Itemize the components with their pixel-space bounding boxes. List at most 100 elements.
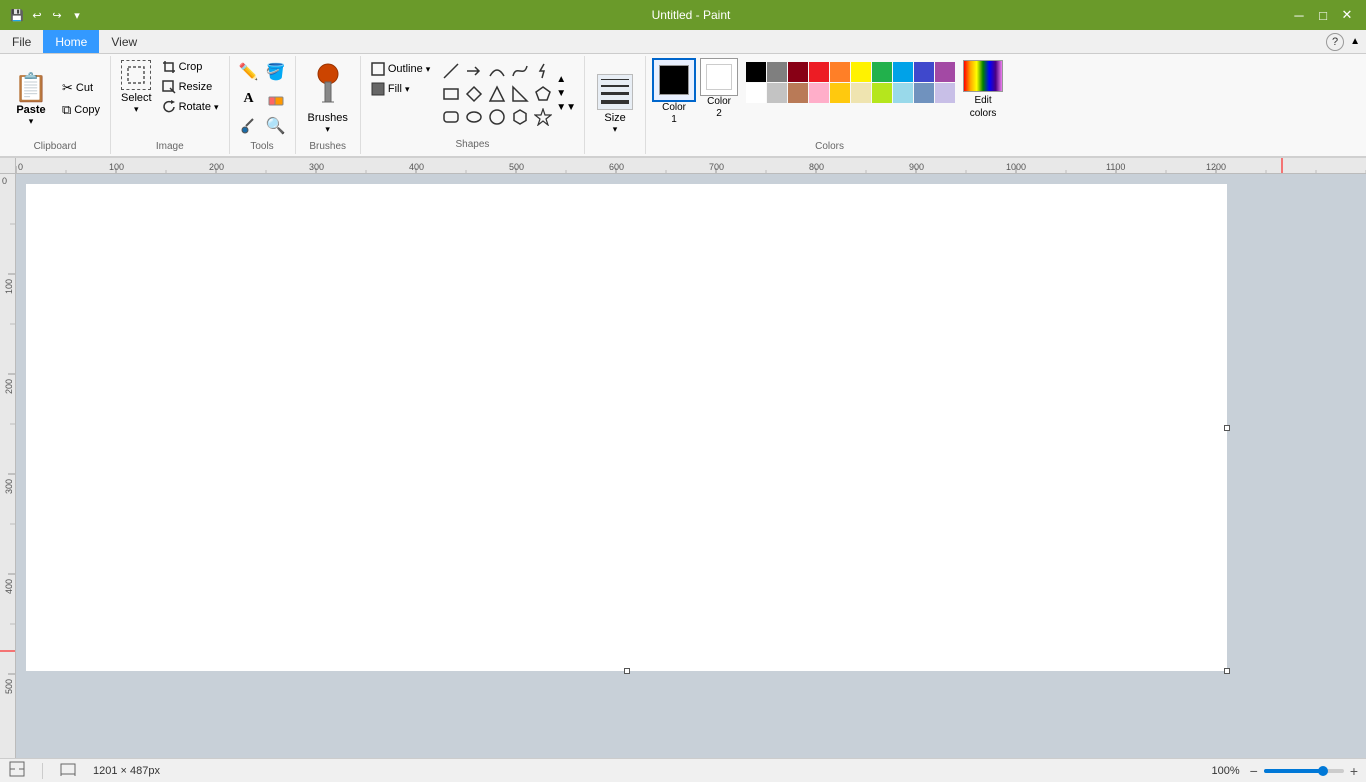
eraser-tool[interactable] xyxy=(263,86,289,112)
palette-cell-14[interactable] xyxy=(830,83,850,103)
shape-freeform[interactable] xyxy=(509,60,531,82)
shape-oval[interactable] xyxy=(463,106,485,128)
rotate-button[interactable]: Rotate ▾ xyxy=(158,98,223,116)
shape-circle[interactable] xyxy=(486,106,508,128)
palette-cell-17[interactable] xyxy=(893,83,913,103)
palette-cell-12[interactable] xyxy=(788,83,808,103)
maximize-button[interactable]: □ xyxy=(1312,4,1334,26)
brushes-group-label: Brushes xyxy=(309,139,346,152)
size-button[interactable]: Size ▾ xyxy=(591,70,639,139)
redo-icon[interactable]: ↪ xyxy=(48,6,66,24)
palette-cell-15[interactable] xyxy=(851,83,871,103)
fill-tool[interactable]: 🪣 xyxy=(263,59,289,85)
shape-triangle[interactable] xyxy=(486,83,508,105)
palette-cell-10[interactable] xyxy=(746,83,766,103)
shape-hexagon[interactable] xyxy=(509,106,531,128)
fill-button[interactable]: Fill ▾ xyxy=(367,80,434,98)
color1-label: Color1 xyxy=(662,102,686,126)
palette-cell-1[interactable] xyxy=(767,62,787,82)
palette-cell-5[interactable] xyxy=(851,62,871,82)
outline-button[interactable]: Outline ▾ xyxy=(367,60,434,78)
shape-pentagon[interactable] xyxy=(532,83,554,105)
shapes-group-inner: Outline ▾ Fill ▾ xyxy=(367,58,578,152)
handle-bottom-middle[interactable] xyxy=(624,668,630,674)
svg-text:1000: 1000 xyxy=(1006,162,1026,172)
svg-text:0: 0 xyxy=(18,162,23,172)
magnifier-tool[interactable]: 🔍 xyxy=(263,113,289,139)
zoom-slider[interactable] xyxy=(1264,769,1344,773)
shape-rtriangle[interactable] xyxy=(509,83,531,105)
canvas-scroll[interactable] xyxy=(16,174,1366,758)
outline-dropdown[interactable]: ▾ xyxy=(426,64,431,75)
palette-cell-19[interactable] xyxy=(935,83,955,103)
undo-icon[interactable]: ↩ xyxy=(28,6,46,24)
shapes-scroll-up[interactable]: ▲ xyxy=(554,73,578,86)
brushes-dropdown[interactable]: ▾ xyxy=(325,124,330,135)
cut-button[interactable]: ✂ Cut xyxy=(58,78,104,98)
palette-cell-3[interactable] xyxy=(809,62,829,82)
palette-cell-0[interactable] xyxy=(746,62,766,82)
pencil-tool[interactable]: ✏️ xyxy=(236,59,262,85)
palette-cell-2[interactable] xyxy=(788,62,808,82)
menu-file[interactable]: File xyxy=(0,30,43,53)
palette-cell-6[interactable] xyxy=(872,62,892,82)
shapes-scroll-down[interactable]: ▼ xyxy=(554,87,578,100)
shape-rounded-rect[interactable] xyxy=(440,106,462,128)
menu-view[interactable]: View xyxy=(99,30,149,53)
shape-rect[interactable] xyxy=(440,83,462,105)
handle-bottom-right[interactable] xyxy=(1224,668,1230,674)
handle-right-middle[interactable] xyxy=(1224,425,1230,431)
colors-label: Colors xyxy=(815,139,844,152)
window-controls: ─ □ ✕ xyxy=(1288,4,1358,26)
palette-cell-7[interactable] xyxy=(893,62,913,82)
paste-dropdown-icon[interactable]: ▾ xyxy=(29,116,34,127)
close-button[interactable]: ✕ xyxy=(1336,4,1358,26)
zoom-plus-button[interactable]: + xyxy=(1350,763,1358,779)
minimize-button[interactable]: ─ xyxy=(1288,4,1310,26)
copy-button[interactable]: ⧉ Copy xyxy=(58,100,104,120)
shape-lightning[interactable] xyxy=(532,60,554,82)
zoom-slider-thumb[interactable] xyxy=(1318,766,1328,776)
text-tool[interactable]: A xyxy=(236,86,262,112)
zoom-slider-container xyxy=(1264,769,1344,773)
svg-text:800: 800 xyxy=(809,162,824,172)
select-dropdown[interactable]: ▾ xyxy=(134,104,139,115)
edit-colors-button[interactable]: Editcolors xyxy=(959,58,1007,122)
color1-button[interactable] xyxy=(652,58,696,102)
shape-arc[interactable] xyxy=(486,60,508,82)
size-dropdown[interactable]: ▾ xyxy=(613,124,618,135)
shape-line[interactable] xyxy=(440,60,462,82)
fill-dropdown[interactable]: ▾ xyxy=(405,84,410,95)
ribbon-collapse[interactable]: ▲ xyxy=(1350,36,1360,47)
color2-button[interactable] xyxy=(700,58,738,96)
brushes-button[interactable]: Brushes ▾ xyxy=(302,58,354,139)
shape-arrow[interactable] xyxy=(463,60,485,82)
shape-diamond[interactable] xyxy=(463,83,485,105)
paste-button[interactable]: 📋 Paste ▾ xyxy=(6,67,56,131)
resize-button[interactable]: Resize xyxy=(158,78,223,96)
save-icon[interactable]: 💾 xyxy=(8,6,26,24)
palette-cell-18[interactable] xyxy=(914,83,934,103)
qa-dropdown-icon[interactable]: ▾ xyxy=(68,6,86,24)
zoom-level: 100% xyxy=(1211,765,1239,777)
palette-cell-8[interactable] xyxy=(914,62,934,82)
select-button[interactable]: Select ▾ xyxy=(117,58,156,117)
rainbow-swatch xyxy=(963,60,1003,92)
zoom-minus-button[interactable]: − xyxy=(1250,763,1258,779)
drawing-canvas[interactable] xyxy=(26,184,1227,671)
crop-button[interactable]: Crop xyxy=(158,58,223,76)
palette-cell-9[interactable] xyxy=(935,62,955,82)
palette-cell-4[interactable] xyxy=(830,62,850,82)
shapes-scroll-more[interactable]: ▼▼ xyxy=(554,101,578,114)
menu-home[interactable]: Home xyxy=(43,30,99,53)
svg-text:200: 200 xyxy=(4,379,14,394)
palette-cell-11[interactable] xyxy=(767,83,787,103)
shape-star[interactable] xyxy=(532,106,554,128)
palette-cell-13[interactable] xyxy=(809,83,829,103)
palette-cell-16[interactable] xyxy=(872,83,892,103)
help-button[interactable]: ? xyxy=(1326,33,1344,51)
color-picker-tool[interactable] xyxy=(236,113,262,139)
zoom-slider-fill xyxy=(1264,769,1320,773)
rotate-dropdown[interactable]: ▾ xyxy=(214,102,219,113)
color2-container: Color2 xyxy=(700,58,738,120)
